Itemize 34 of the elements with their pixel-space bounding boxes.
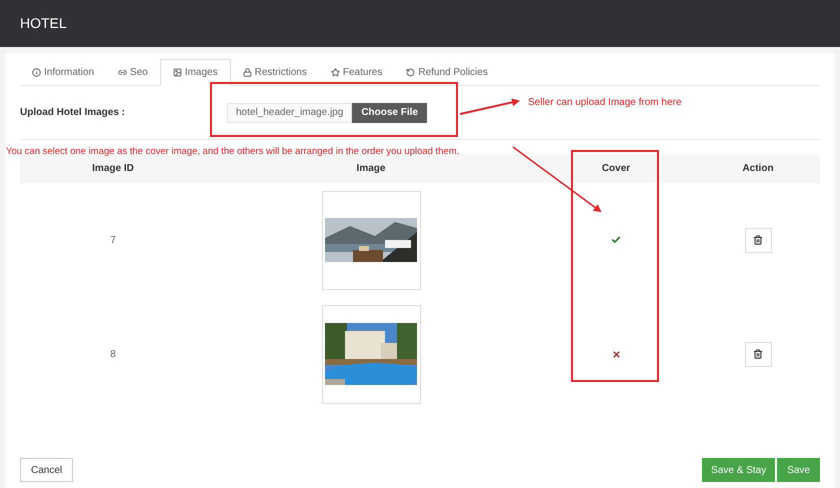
column-header: Cover — [602, 162, 630, 176]
column-header: Image ID — [92, 162, 134, 176]
cancel-button[interactable]: Cancel — [20, 458, 74, 482]
image-icon — [172, 68, 182, 77]
column-header: Image — [356, 162, 386, 176]
choose-file-button[interactable]: Choose File — [352, 102, 427, 122]
tab[interactable]: Refund Policies — [394, 59, 500, 85]
save-and-stay-button[interactable]: Save & Stay — [702, 458, 776, 482]
star-icon — [330, 68, 340, 76]
tab[interactable]: Images — [160, 59, 231, 86]
save-button[interactable]: Save — [777, 458, 820, 482]
lock-icon — [242, 68, 252, 76]
info-icon — [32, 68, 41, 76]
annotation-arrow — [460, 98, 520, 115]
check-icon — [611, 235, 621, 245]
page-title: HOTEL — [20, 14, 67, 33]
delete-button[interactable] — [744, 228, 772, 252]
file-field[interactable]: hotel_header_image.jpg — [227, 102, 352, 122]
tab[interactable]: Seo — [106, 59, 160, 85]
tab[interactable]: Information — [20, 59, 106, 85]
image-id-cell-text: 8 — [110, 348, 116, 362]
trash-icon — [753, 235, 763, 245]
tab[interactable]: Features — [318, 59, 394, 85]
annotation-text: You can select one image as the cover image, and the others will be arranged in the order you upload them. — [6, 145, 460, 159]
field-label: Upload Hotel Images : — [20, 106, 126, 120]
delete-button[interactable] — [744, 342, 772, 366]
cross-icon — [612, 350, 620, 358]
undo-icon — [406, 68, 416, 76]
link-icon — [118, 68, 128, 76]
annotation-text: Seller can upload Image from here — [528, 96, 682, 110]
tab[interactable]: Restrictions — [230, 59, 319, 85]
column-header: Action — [742, 162, 774, 176]
image-id-cell-text: 7 — [110, 234, 116, 248]
trash-icon — [753, 349, 763, 359]
